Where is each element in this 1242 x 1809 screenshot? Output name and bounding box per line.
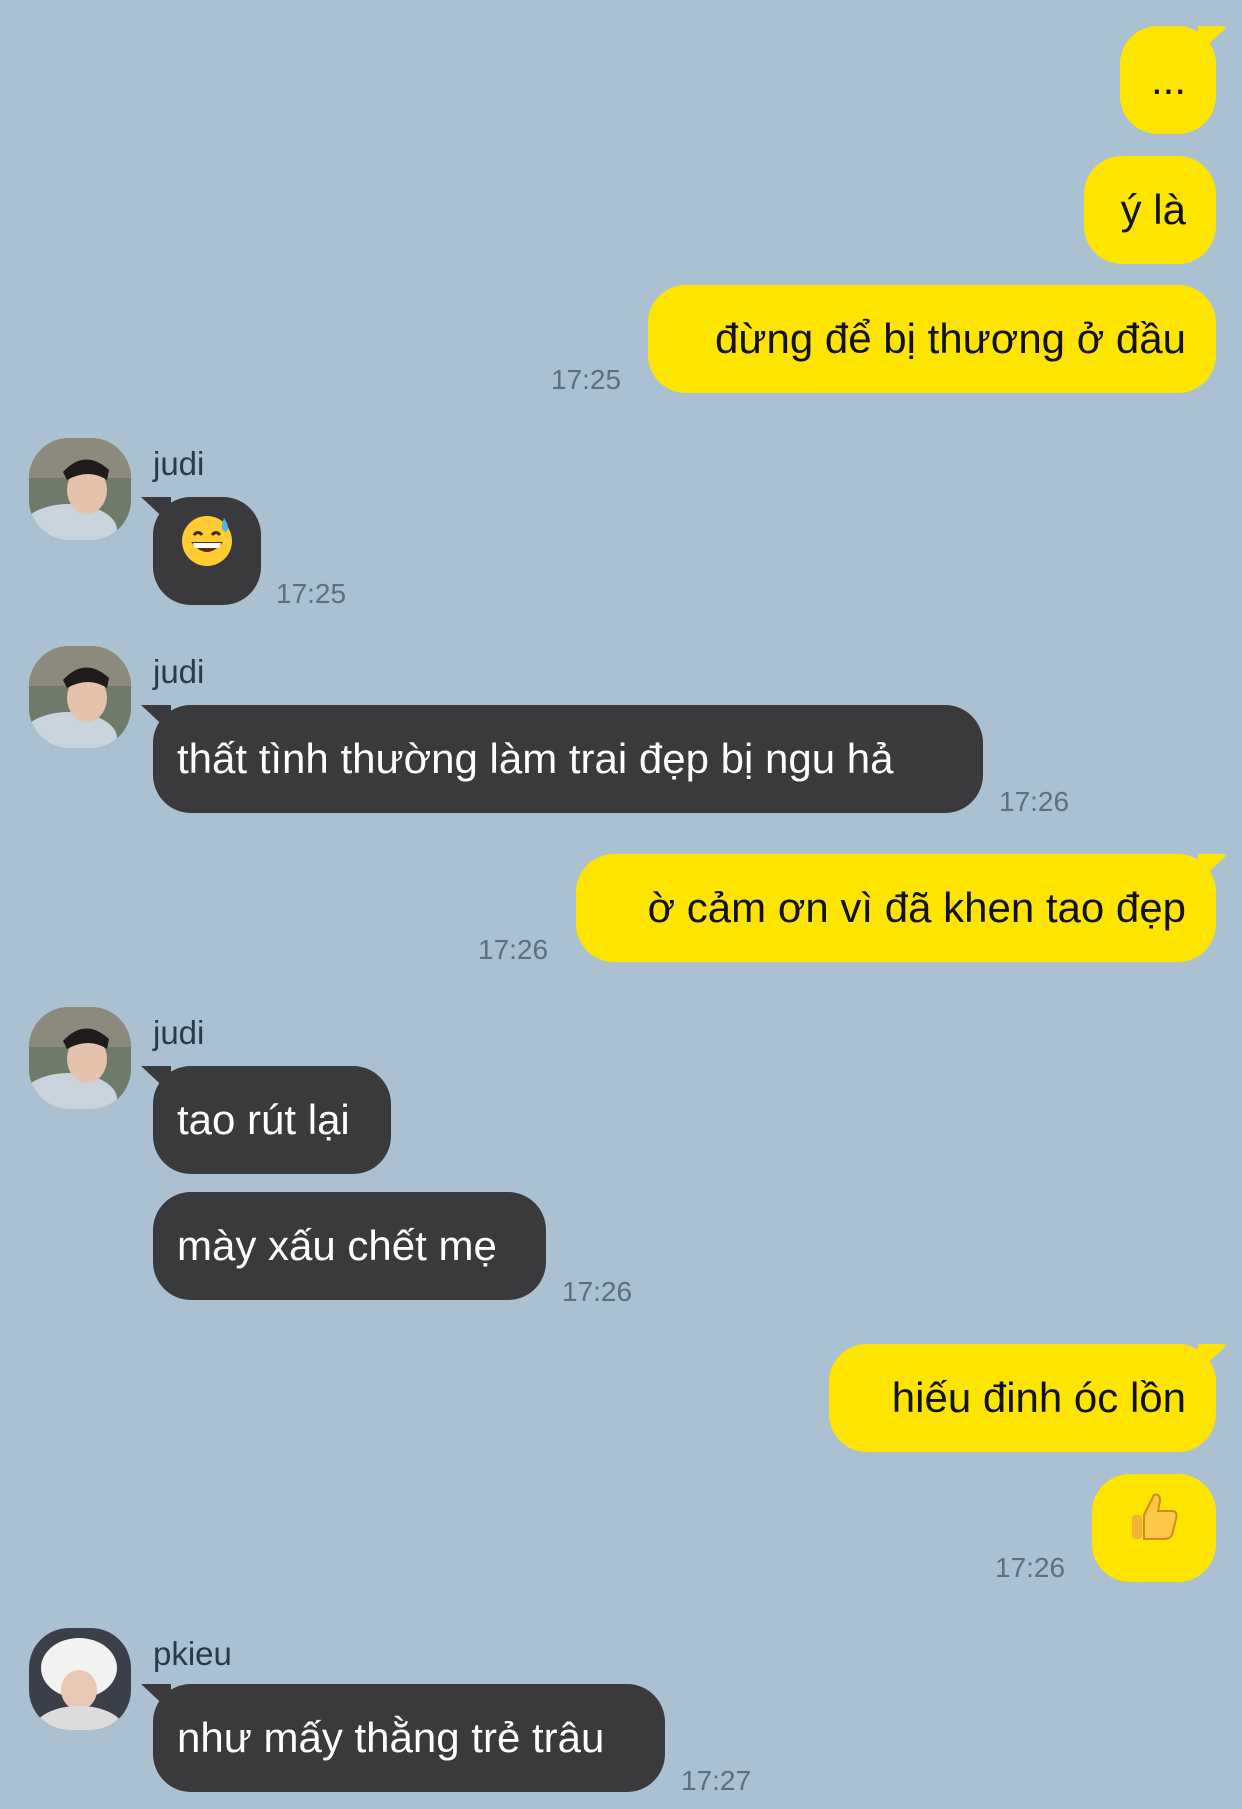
- message-time: 17:26: [478, 934, 549, 965]
- message-time: 17:27: [681, 1765, 752, 1796]
- message-text: đừng để bị thương ở đầu: [715, 315, 1186, 362]
- sender-name: judi: [153, 1014, 205, 1051]
- my-message-bubble[interactable]: ý là: [1084, 156, 1216, 264]
- my-message-bubble[interactable]: [1092, 1474, 1216, 1582]
- my-message-bubble[interactable]: ...: [1120, 26, 1216, 134]
- sender-name: judi: [153, 445, 205, 482]
- message-text: hiếu đinh óc lồn: [891, 1374, 1186, 1421]
- my-message-bubble[interactable]: ờ cảm ơn vì đã khen tao đẹp: [576, 854, 1216, 962]
- message-time: 17:25: [551, 364, 622, 395]
- message-time: 17:26: [562, 1276, 633, 1307]
- grinning-sweat-emoji: [179, 500, 235, 608]
- sender-name: pkieu: [153, 1635, 232, 1672]
- avatar-judi[interactable]: [29, 438, 131, 540]
- their-message-bubble[interactable]: tao rút lại: [153, 1066, 391, 1174]
- avatar-judi[interactable]: [29, 646, 131, 748]
- message-text: ờ cảm ơn vì đã khen tao đẹp: [647, 884, 1186, 931]
- their-message-bubble[interactable]: mày xấu chết mẹ: [153, 1192, 546, 1300]
- message-text: thất tình thường làm trai đẹp bị ngu hả: [177, 735, 894, 782]
- message-text: ...: [1150, 56, 1186, 103]
- their-message-bubble[interactable]: như mấy thằng trẻ trâu: [153, 1684, 665, 1792]
- thumbs-up-emoji: [1126, 1477, 1182, 1585]
- my-message-bubble[interactable]: hiếu đinh óc lồn: [829, 1344, 1216, 1452]
- message-text: mày xấu chết mẹ: [177, 1222, 497, 1269]
- my-message-bubble[interactable]: đừng để bị thương ở đầu: [648, 285, 1216, 393]
- avatar-pkieu[interactable]: [29, 1628, 131, 1730]
- message-time: 17:26: [999, 786, 1070, 817]
- message-text: như mấy thằng trẻ trâu: [177, 1714, 605, 1761]
- message-time: 17:25: [276, 578, 347, 609]
- their-message-bubble[interactable]: [153, 497, 261, 605]
- sender-name: judi: [153, 653, 205, 690]
- message-time: 17:26: [995, 1552, 1066, 1583]
- message-text: tao rút lại: [177, 1096, 350, 1143]
- their-message-bubble[interactable]: thất tình thường làm trai đẹp bị ngu hả: [153, 705, 983, 813]
- chat-room: ... ý là đừng để bị thương ở đầu 17:25 j…: [0, 0, 1242, 1809]
- avatar-judi[interactable]: [29, 1007, 131, 1109]
- message-text: ý là: [1120, 186, 1186, 233]
